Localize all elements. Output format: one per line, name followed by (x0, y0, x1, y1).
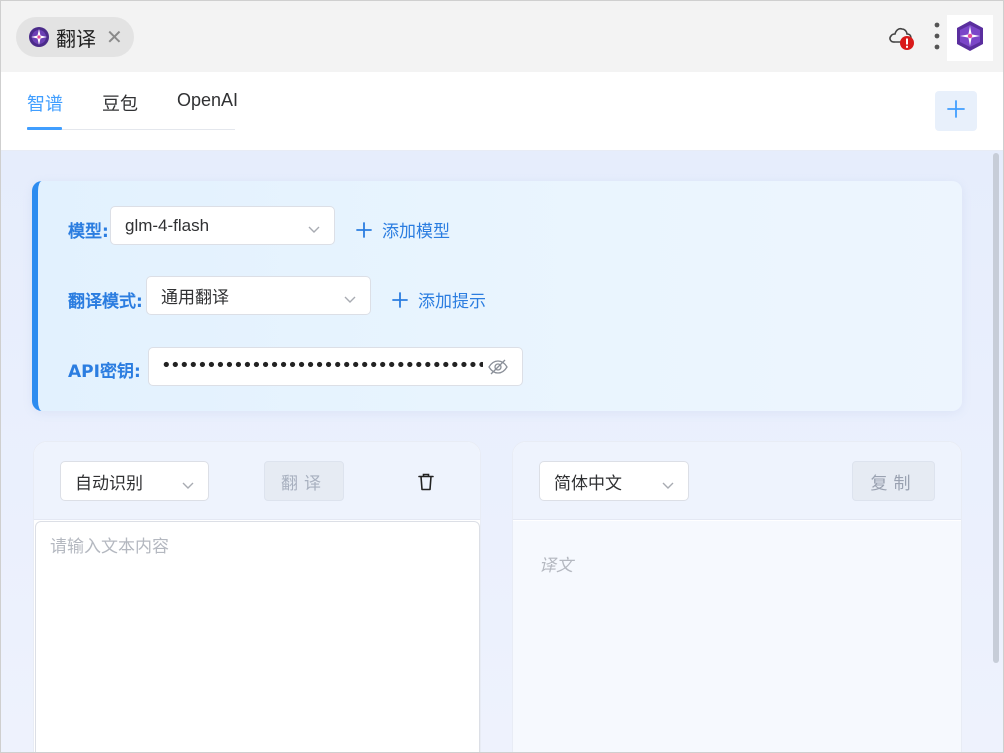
target-toolbar: 简体中文 复制 (513, 442, 961, 520)
model-label: 模型: (68, 222, 109, 242)
active-tab-indicator (27, 127, 62, 130)
source-text-input[interactable] (35, 521, 480, 752)
trash-icon[interactable] (417, 472, 435, 492)
chevron-down-icon (308, 220, 320, 233)
source-language-value: 自动识别 (75, 473, 143, 494)
main-content: 模型: glm-4-flash 添加模型 翻译模式: 通用翻译 添加提示 API… (1, 151, 1003, 752)
more-vertical-icon[interactable] (930, 21, 944, 51)
mode-select-value: 通用翻译 (161, 288, 229, 308)
app-tab[interactable]: 翻译 ✕ (16, 17, 134, 57)
chevron-down-icon (182, 476, 194, 489)
add-provider-button[interactable] (935, 91, 977, 131)
chevron-down-icon (344, 290, 356, 303)
model-select[interactable]: glm-4-flash (110, 206, 335, 245)
tab-openai[interactable]: OpenAI (177, 90, 238, 111)
add-prompt-button[interactable]: 添加提示 (392, 287, 486, 312)
copy-button[interactable]: 复制 (852, 461, 935, 501)
api-key-label: API密钥: (68, 362, 141, 382)
plus-icon (392, 291, 408, 308)
source-language-select[interactable]: 自动识别 (60, 461, 209, 501)
tab-zhipu[interactable]: 智谱 (27, 90, 63, 116)
app-compass-icon (28, 26, 50, 48)
chevron-down-icon (662, 476, 674, 489)
app-window: 翻译 ✕ 智谱 豆包 OpenAI 模型: glm-4-flash 添加模型 翻… (0, 0, 1004, 753)
target-language-select[interactable]: 简体中文 (539, 461, 689, 501)
model-select-value: glm-4-flash (125, 215, 210, 235)
close-icon[interactable]: ✕ (106, 27, 123, 47)
add-prompt-label: 添加提示 (418, 292, 486, 312)
plus-icon (356, 221, 372, 238)
target-panel: 简体中文 复制 译文 (512, 441, 962, 752)
translation-output: 译文 (513, 521, 961, 752)
target-language-value: 简体中文 (554, 473, 622, 494)
source-toolbar: 自动识别 翻译 (34, 442, 480, 520)
api-key-value: ••••••••••••••••••••••••••••••••••••••••… (161, 355, 483, 376)
mode-select[interactable]: 通用翻译 (146, 276, 371, 315)
api-key-field[interactable]: ••••••••••••••••••••••••••••••••••••••••… (148, 347, 523, 386)
mode-label: 翻译模式: (68, 292, 143, 312)
title-bar: 翻译 ✕ (1, 1, 1003, 72)
source-panel: 自动识别 翻译 (33, 441, 481, 752)
provider-header: 智谱 豆包 OpenAI (1, 72, 1003, 151)
plus-icon (947, 99, 965, 123)
config-card: 模型: glm-4-flash 添加模型 翻译模式: 通用翻译 添加提示 API… (32, 181, 962, 411)
add-model-label: 添加模型 (382, 222, 450, 242)
output-placeholder: 译文 (539, 556, 573, 576)
tab-doubao[interactable]: 豆包 (102, 90, 138, 116)
avatar-icon (954, 20, 986, 57)
cloud-error-icon[interactable] (887, 24, 917, 52)
translate-button[interactable]: 翻译 (264, 461, 344, 501)
eye-off-icon[interactable] (488, 358, 508, 376)
app-tab-title: 翻译 (56, 26, 96, 51)
avatar[interactable] (947, 15, 993, 61)
vertical-scrollbar[interactable] (993, 153, 999, 663)
add-model-button[interactable]: 添加模型 (356, 217, 450, 242)
